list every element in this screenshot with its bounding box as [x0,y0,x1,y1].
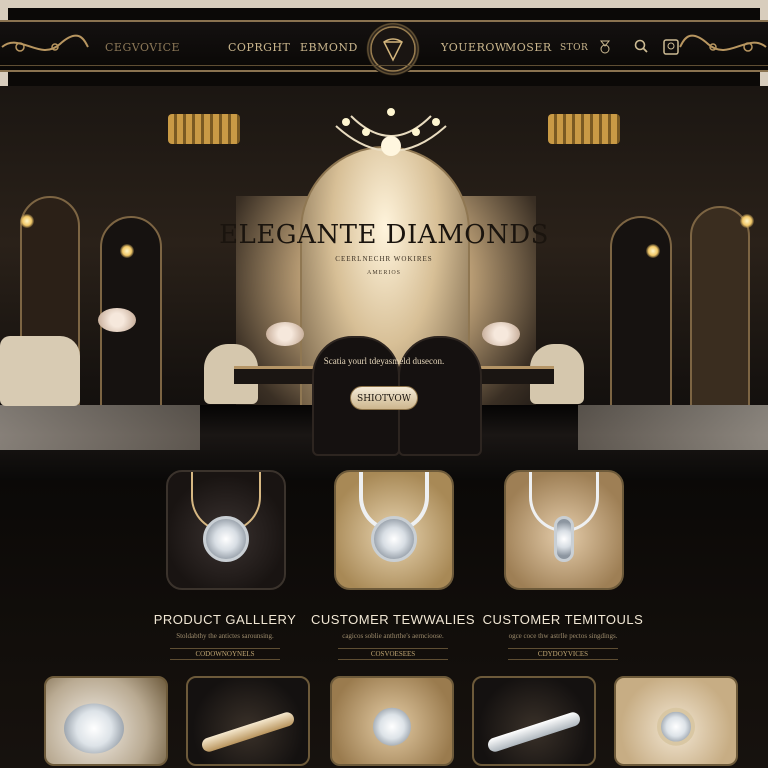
thumbnail-diamond[interactable] [44,676,168,766]
product-title[interactable]: PRODUCT GALLLERY [140,612,310,627]
gold-ornament [548,114,620,144]
diamond-icon [371,516,417,563]
floor-highlight [578,405,768,450]
flower-vase [482,322,520,346]
shop-now-button[interactable]: SHIOTVOW [350,386,418,410]
hero-title: ELEGANTE DIAMONDS [219,220,549,250]
product-section: PRODUCT GALLLERY CUSTOMER TEWWALIES CUST… [0,470,768,768]
diamond-icon [373,707,411,746]
hero-subtitle: CEERLNECHR WOKIRES [335,255,433,263]
product-description: Stoldabthy the antictes sarounsing. [176,632,274,640]
product-card-lariat[interactable] [504,470,624,590]
ring-icon[interactable] [596,38,614,56]
thumbnail-halo-ring[interactable] [614,676,738,766]
floor-highlight [0,405,200,450]
ornament-right-icon [679,34,767,52]
diamond-icon [203,516,249,563]
product-card-necklace[interactable] [334,470,454,590]
thumbnail-ring[interactable] [330,676,454,766]
hero-banner: ELEGANTE DIAMONDS CEERLNECHR WOKIRES AME… [0,86,768,480]
bangle-icon [200,710,296,754]
nav-link-2[interactable]: EBMOND [300,41,358,54]
product-title[interactable]: CUSTOMER TEWWALIES [308,612,478,627]
thumbnail-bangle[interactable] [186,676,310,766]
flower-vase [266,322,304,346]
bracelet-icon [486,710,582,754]
product-link[interactable]: CDYDOYVICES [508,648,618,660]
nav-link-1[interactable]: COPRGHT [228,41,290,54]
chandelier-icon [335,108,447,156]
hero-tagline: Scatia yourl tdeyasmeld dusecon. [323,356,445,366]
thumbnail-bracelet[interactable] [472,676,596,766]
product-link[interactable]: COSVOESEES [338,648,448,660]
flower-vase [98,308,136,332]
brand-name[interactable]: CEGVOVICE [105,41,180,54]
hero-subtitle-secondary: AMERIOS [366,270,401,276]
top-navigation: CEGVOVICE COPRGHT EBMOND YOUEROW MOSER S… [0,20,768,76]
nav-link-4[interactable]: MOSER [505,41,552,54]
ornament-left-icon [1,34,89,52]
diamond-icon [554,516,574,563]
product-description: ogce coce thw astrlle pectos singdings. [508,632,618,640]
product-link[interactable]: CODOWNOYNELS [170,648,280,660]
nav-link-3[interactable]: YOUEROW [441,41,507,54]
logo-monogram-icon [383,38,403,62]
product-title[interactable]: CUSTOMER TEMITOULS [478,612,648,627]
product-description: cagicos soblie anthrthe's aerncioose. [342,632,444,640]
search-icon[interactable] [632,38,650,56]
diamond-icon [64,703,124,754]
product-card-pendant[interactable] [166,470,286,590]
gold-ornament [168,114,240,144]
sofa [0,336,80,406]
nav-link-5[interactable]: STOR [560,43,588,53]
diamond-icon [657,707,695,746]
logo[interactable] [366,22,420,76]
